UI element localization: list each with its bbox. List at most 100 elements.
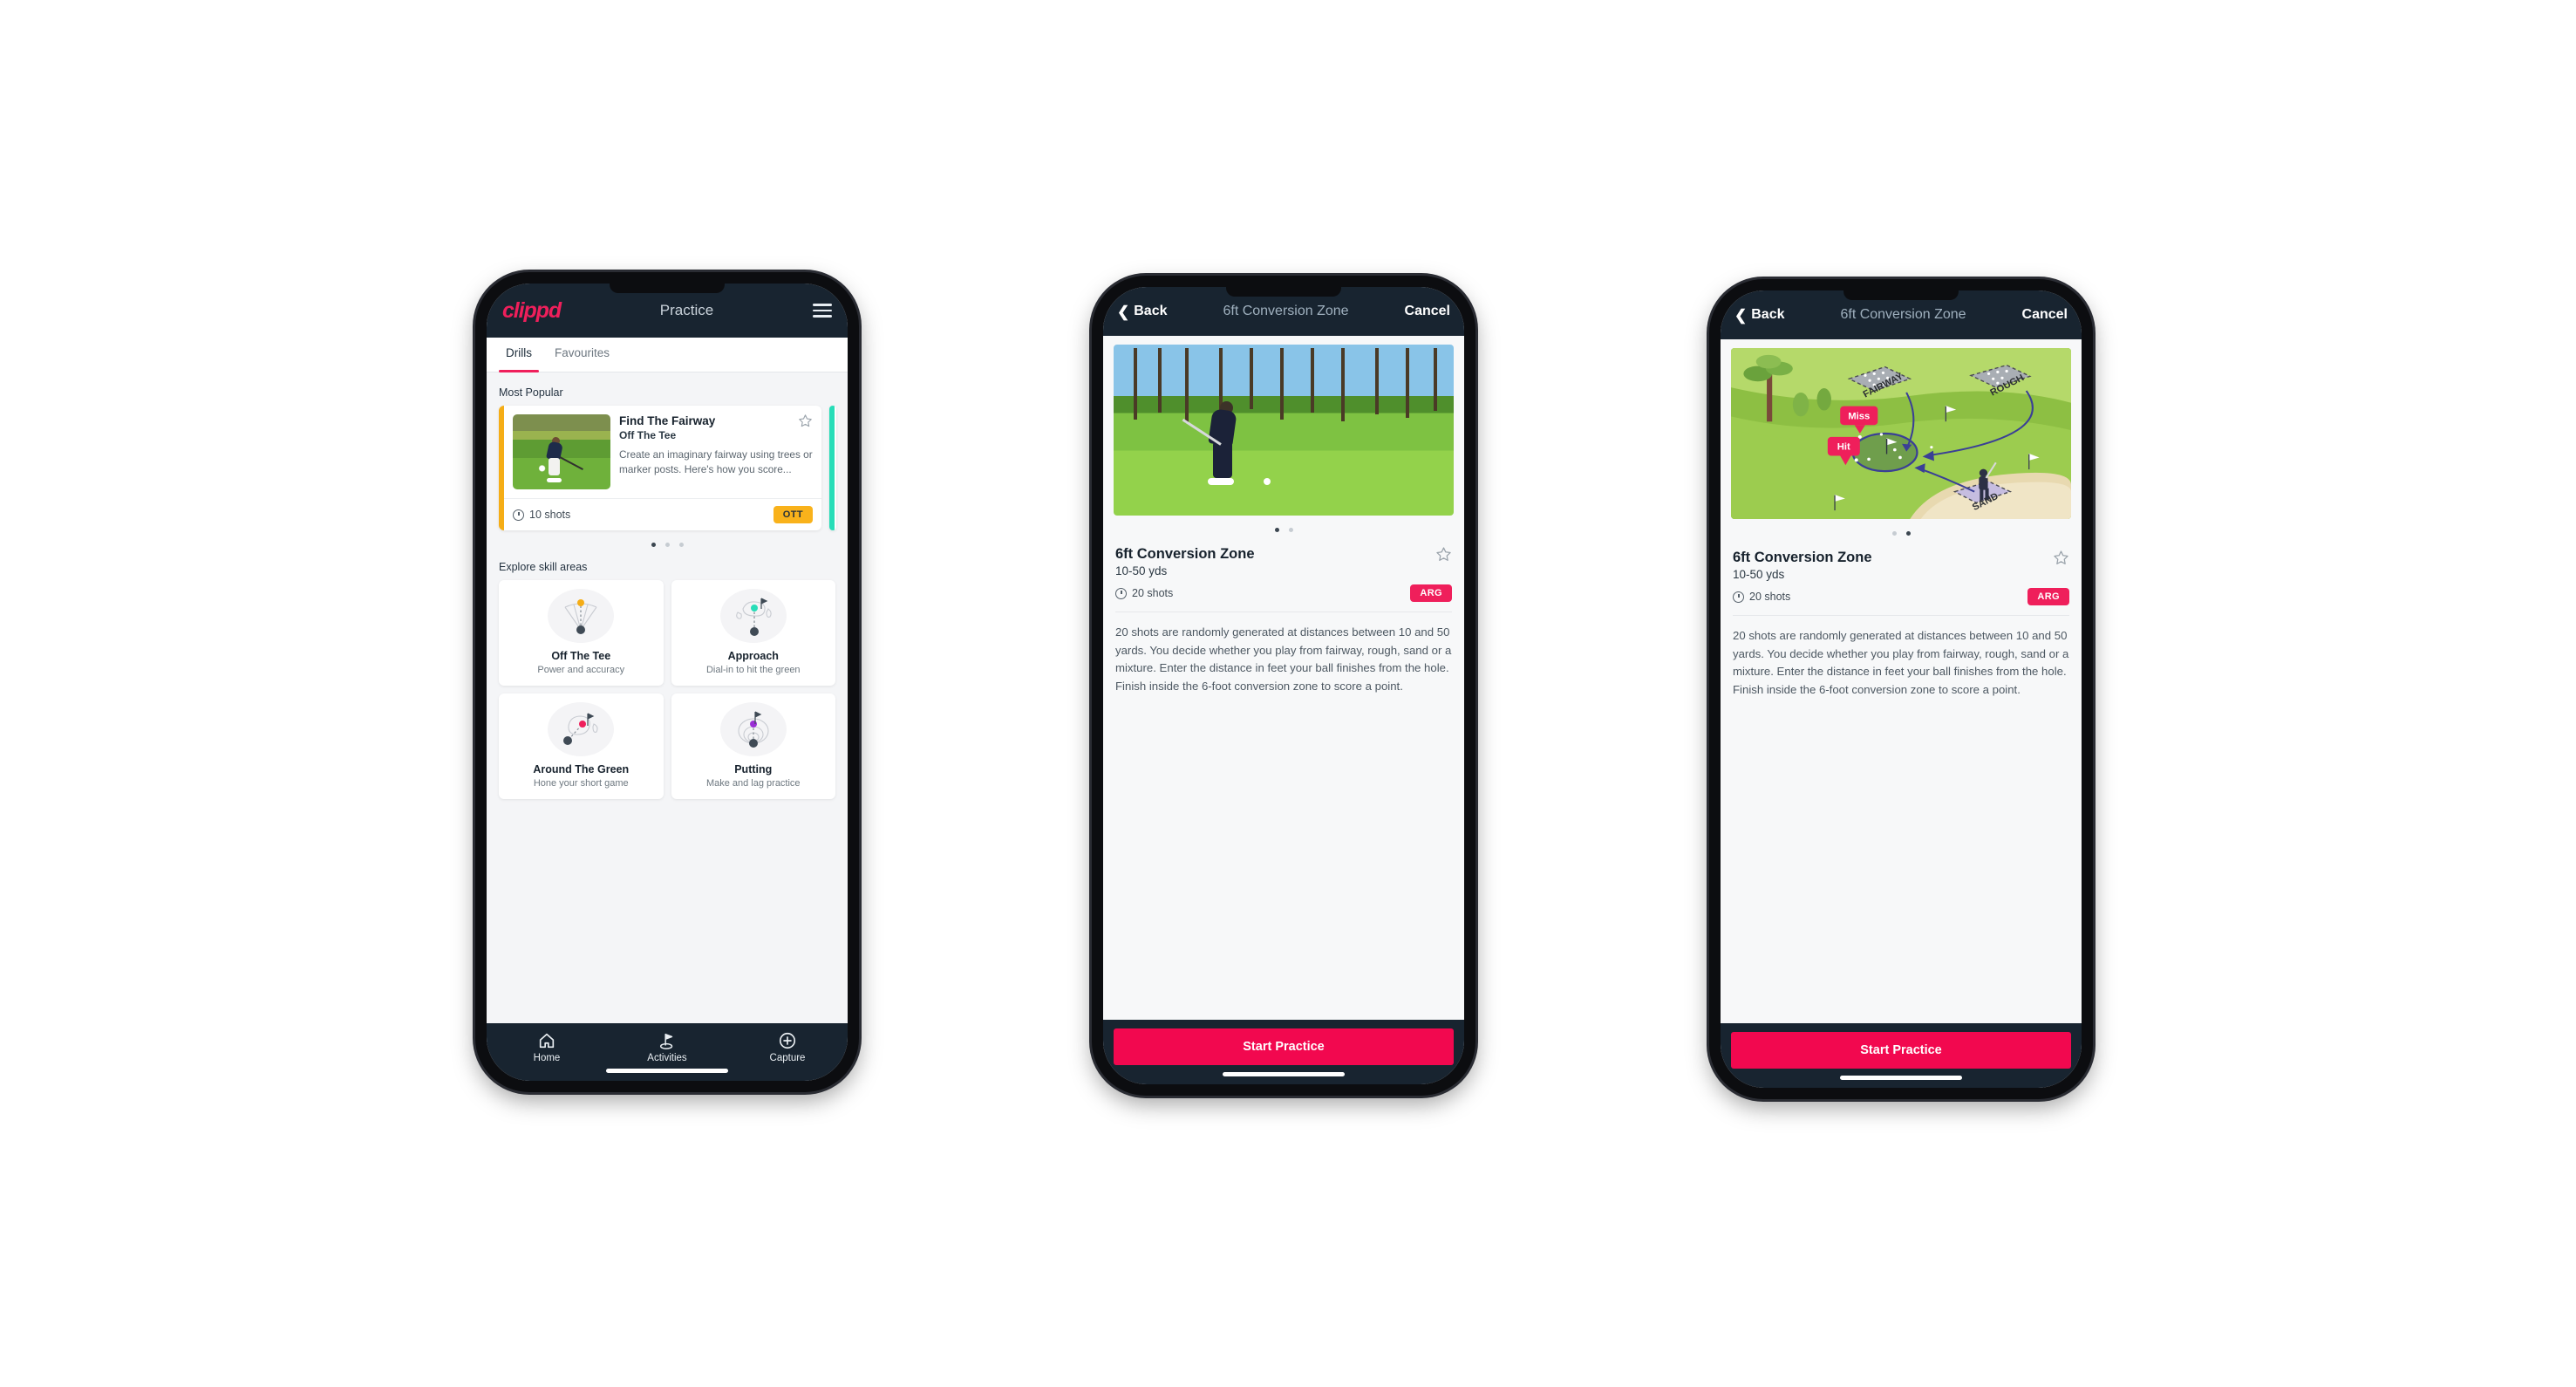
tab-favourites[interactable]: Favourites [548,338,617,372]
drill-title: 6ft Conversion Zone [1733,550,1872,565]
carousel-dot[interactable] [1274,528,1279,532]
skill-card-putting[interactable]: Putting Make and lag practice [671,694,835,799]
skill-card-around-the-green[interactable]: Around The Green Hone your short game [499,694,664,799]
carousel-dots[interactable] [1721,531,2082,536]
skill-badge-arg: ARG [1410,584,1452,602]
svg-text:Miss: Miss [1848,412,1870,422]
skill-card-off-the-tee[interactable]: Off The Tee Power and accuracy [499,580,664,686]
drill-distance: 10-50 yds [1733,568,1785,581]
drill-info: Find The Fairway Off The Tee Create an i… [619,414,813,489]
detail-content: FAIRWAY ROUGH SAND Miss Hit 6ft Conversi… [1721,339,2082,1023]
back-label: Back [1751,307,1785,322]
approach-green-icon [719,589,787,643]
plus-circle-icon [779,1032,796,1049]
nav-label: Home [533,1053,561,1063]
start-practice-button[interactable]: Start Practice [1731,1032,2071,1069]
nav-title: 6ft Conversion Zone [1223,304,1349,318]
practice-content: Most Popular Find The Fairway Off The Te… [487,372,848,1023]
tab-drills[interactable]: Drills [499,338,539,372]
cancel-button[interactable]: Cancel [1405,304,1450,319]
drill-card-top: Find The Fairway Off The Tee Create an i… [504,406,821,498]
back-button[interactable]: ❮ Back [1117,304,1168,319]
drill-card-next-peek[interactable] [829,406,836,530]
carousel-dot[interactable] [651,543,656,547]
clock-icon [1115,587,1127,599]
drill-card[interactable]: Find The Fairway Off The Tee Create an i… [499,406,821,530]
phone-mockup-practice-list: clippd Practice Drills Favourites Most P… [475,272,859,1092]
drill-shots-label: 20 shots [1132,587,1174,599]
drill-shots: 20 shots [1733,591,1790,603]
clock-icon [513,509,524,521]
section-explore-heading: Explore skill areas [499,561,588,573]
screen-drill-detail-diagram: ❮ Back 6ft Conversion Zone Cancel FAIRWA… [1721,290,2082,1088]
hamburger-menu-icon[interactable] [813,304,832,318]
chevron-left-icon: ❮ [1117,303,1130,320]
tree-line-decoration [1114,345,1454,516]
golf-hole-diagram[interactable]: FAIRWAY ROUGH SAND Miss Hit [1731,348,2071,519]
star-outline-icon[interactable] [1435,546,1452,563]
skill-name: Off The Tee [551,650,611,662]
home-icon [539,1033,555,1049]
detail-content: 6ft Conversion Zone 10-50 yds 20 shots A… [1103,336,1464,1020]
nav-item-home[interactable]: Home [487,1031,607,1063]
phone-notch [610,284,725,293]
drill-carousel[interactable]: Find The Fairway Off The Tee Create an i… [499,406,836,530]
hole-illustration-svg: FAIRWAY ROUGH SAND Miss Hit [1731,348,2071,519]
tee-shot-fan-icon [548,589,615,643]
skill-name: Around The Green [533,763,630,775]
skill-desc: Hone your short game [533,778,629,789]
home-indicator [606,1069,728,1073]
drill-distance: 10-50 yds [1115,564,1168,577]
section-most-popular-heading: Most Popular [499,386,563,399]
skill-name: Approach [727,650,779,662]
carousel-dot[interactable] [1288,528,1293,532]
carousel-dot[interactable] [1891,531,1897,536]
back-button[interactable]: ❮ Back [1734,307,1785,323]
skill-card-approach[interactable]: Approach Dial-in to hit the green [671,580,835,686]
drill-card-footer: 10 shots OTT [504,498,821,530]
nav-item-activities[interactable]: Activities [608,1031,727,1063]
skill-desc: Make and lag practice [705,778,801,789]
star-outline-icon[interactable] [2053,550,2069,566]
drill-shots: 10 shots [513,509,570,521]
phone-mockup-drill-detail-diagram: ❮ Back 6ft Conversion Zone Cancel FAIRWA… [1709,279,2093,1099]
carousel-dots[interactable] [1103,528,1464,532]
cancel-button[interactable]: Cancel [2022,307,2068,323]
carousel-dot[interactable] [1905,531,1911,536]
drill-meta: 6ft Conversion Zone 10-50 yds 20 shots A… [1103,546,1464,612]
screen-practice-list: clippd Practice Drills Favourites Most P… [487,284,848,1081]
drill-title: 6ft Conversion Zone [1115,546,1255,562]
drill-title: Find The Fairway [619,414,716,427]
skill-area-grid: Off The Tee Power and accuracy Approach … [499,580,835,799]
chip-green-icon [548,702,615,756]
drill-meta: 6ft Conversion Zone 10-50 yds 20 shots A… [1721,550,2082,616]
content-spacer [1103,695,1464,1020]
clippd-logo: clippd [502,297,562,323]
nav-label: Activities [647,1053,687,1063]
chevron-left-icon: ❮ [1734,306,1748,324]
golfer-figure-icon [544,437,583,482]
nav-item-capture[interactable]: Capture [728,1031,848,1063]
skill-desc: Power and accuracy [537,665,625,675]
golf-ball-icon [1263,477,1271,485]
golf-flag-icon [659,1033,673,1049]
putting-rings-icon [719,702,787,756]
start-practice-button[interactable]: Start Practice [1114,1028,1454,1065]
nav-title: 6ft Conversion Zone [1840,307,1966,322]
carousel-dots[interactable] [499,543,835,547]
golfer-figure-icon [1182,400,1244,485]
skill-desc: Dial-in to hit the green [705,665,801,675]
home-indicator [1840,1076,1962,1080]
carousel-dot[interactable] [664,543,670,547]
back-label: Back [1134,304,1168,318]
screenshot-canvas: clippd Practice Drills Favourites Most P… [0,0,2576,1387]
drill-subtitle: Off The Tee [619,429,677,441]
phone-notch [1226,287,1341,297]
drill-video-thumbnail[interactable] [1114,345,1454,516]
drill-title-row: 6ft Conversion Zone 10-50 yds [1115,546,1452,577]
drill-title-row: 6ft Conversion Zone 10-50 yds [1733,550,2069,581]
star-outline-icon[interactable] [798,413,813,428]
svg-text:Hit: Hit [1837,442,1850,453]
carousel-dot[interactable] [678,543,684,547]
drill-shots: 20 shots [1115,587,1173,599]
